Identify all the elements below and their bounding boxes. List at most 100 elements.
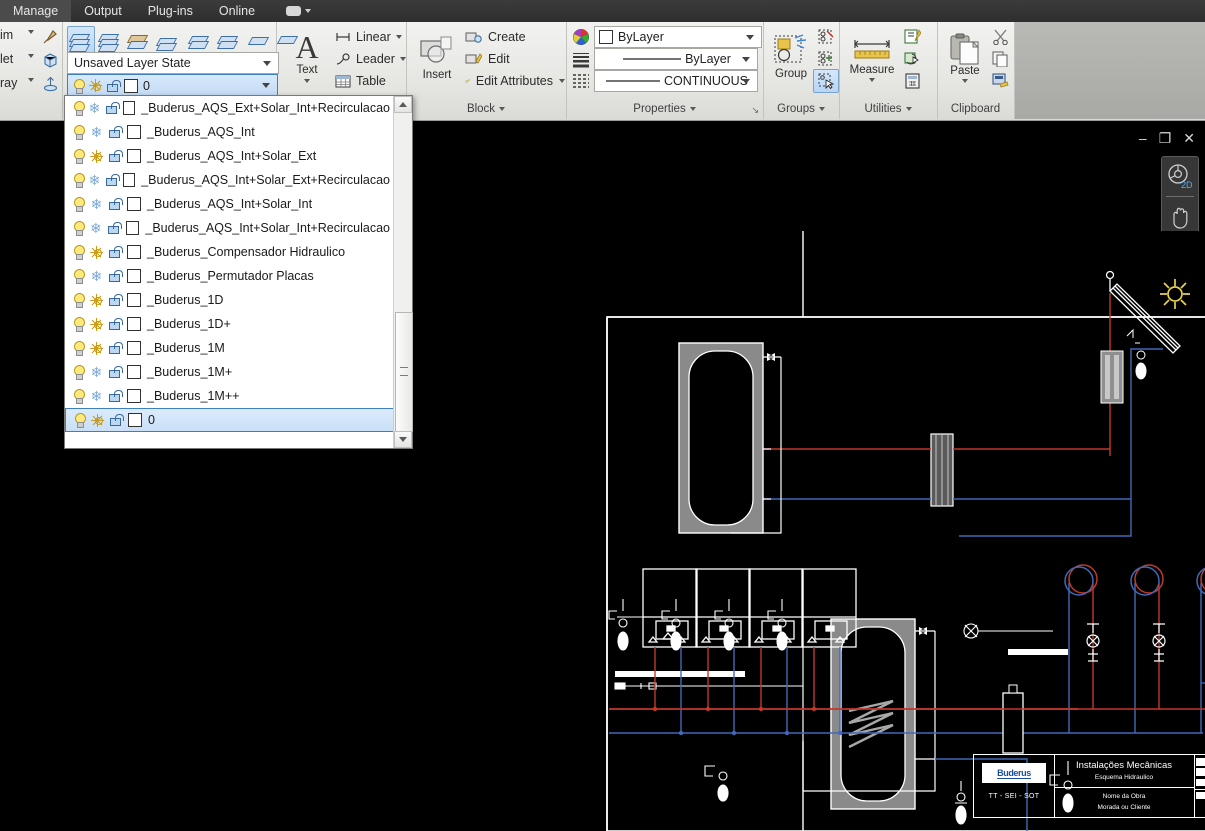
layer-dropdown-list[interactable]: ❄ _Buderus_AQS_Ext+Solar_Int+Recirculacao… — [64, 95, 413, 449]
layer-color-swatch[interactable] — [127, 389, 141, 403]
panel-title-utilities[interactable]: Utilities — [839, 99, 937, 118]
group-button[interactable]: Group — [767, 25, 815, 89]
unlock-icon[interactable] — [109, 390, 123, 402]
unlock-icon[interactable] — [109, 126, 123, 138]
scroll-up-button[interactable] — [394, 96, 412, 113]
layer-color-swatch[interactable] — [127, 245, 141, 259]
lightbulb-on-icon[interactable] — [74, 413, 86, 428]
color-wheel-icon[interactable] — [572, 28, 590, 46]
sun-thaw-icon[interactable] — [90, 245, 104, 259]
unlock-icon[interactable] — [109, 270, 123, 282]
lineweight-combo[interactable]: ByLayer — [594, 48, 758, 70]
unlock-icon[interactable] — [107, 79, 121, 92]
layer-isolate-button[interactable] — [125, 26, 153, 54]
snowflake-freeze-icon[interactable]: ❄ — [90, 269, 103, 283]
sun-thaw-icon[interactable] — [90, 293, 104, 307]
paste-special-button[interactable] — [987, 69, 1013, 93]
layer-list-item[interactable]: ❄ _Buderus_AQS_Int+Solar_Ext+Recirculacao — [65, 168, 394, 192]
chevron-down-icon[interactable] — [28, 30, 34, 34]
sun-thaw-icon[interactable] — [90, 317, 104, 331]
lightbulb-on-icon[interactable] — [73, 78, 85, 94]
chevron-down-icon[interactable] — [28, 54, 34, 58]
menu-item-plugins[interactable]: Plug-ins — [135, 0, 206, 22]
snowflake-freeze-icon[interactable]: ❄ — [90, 197, 103, 211]
layer-list-item[interactable]: _Buderus_Compensador Hidraulico — [65, 240, 394, 264]
pan-hand-icon[interactable] — [1167, 204, 1193, 230]
chevron-down-icon[interactable] — [262, 83, 270, 88]
linear-dimension-button[interactable]: Linear — [332, 26, 410, 48]
paint-brush-button[interactable] — [38, 24, 62, 48]
layer-list-item[interactable]: ❄ _Buderus_Permutador Placas — [65, 264, 394, 288]
lightbulb-on-icon[interactable] — [73, 149, 85, 164]
unlock-icon[interactable] — [109, 294, 123, 306]
unlock-icon[interactable] — [106, 102, 121, 114]
group-selection-button[interactable] — [813, 69, 839, 93]
layer-list-item[interactable]: ❄ _Buderus_AQS_Int+Solar_Int — [65, 192, 394, 216]
layer-list-item[interactable]: 0 — [65, 408, 394, 432]
layer-color-swatch[interactable] — [127, 341, 141, 355]
panel-title-block[interactable]: Block — [406, 99, 566, 118]
modify-trim-label[interactable]: im — [0, 28, 13, 42]
layer-color-swatch[interactable] — [127, 125, 141, 139]
layer-properties-button[interactable] — [67, 26, 95, 54]
layer-list-item[interactable]: _Buderus_1M — [65, 336, 394, 360]
menu-item-manage[interactable]: Manage — [0, 0, 72, 22]
snowflake-freeze-icon[interactable]: ❄ — [90, 221, 103, 235]
chevron-down-icon[interactable] — [869, 78, 875, 82]
inquiry-button[interactable] — [899, 47, 925, 71]
unlock-icon[interactable] — [109, 246, 123, 258]
text-button[interactable]: A Text — [284, 26, 330, 88]
layer-list-item[interactable]: ❄ _Buderus_AQS_Int+Solar_Int+Recirculacao — [65, 216, 394, 240]
unlock-icon[interactable] — [110, 414, 124, 426]
chevron-down-icon[interactable] — [962, 79, 968, 83]
chevron-down-icon[interactable] — [304, 78, 310, 83]
table-button[interactable]: Table — [332, 70, 410, 92]
lightbulb-on-icon[interactable] — [73, 317, 85, 332]
extrude-button[interactable] — [38, 72, 62, 96]
sun-thaw-icon[interactable] — [91, 413, 105, 427]
sun-thaw-icon[interactable] — [90, 149, 104, 163]
lineweight-icon[interactable] — [572, 50, 590, 68]
lightbulb-on-icon[interactable] — [73, 293, 85, 308]
create-block-button[interactable]: Create — [462, 26, 566, 48]
layer-color-swatch[interactable] — [127, 269, 141, 283]
layer-list-item[interactable]: ❄ _Buderus_1M++ — [65, 384, 394, 408]
snowflake-freeze-icon[interactable]: ❄ — [90, 389, 103, 403]
layer-list-item[interactable]: ❄ _Buderus_AQS_Int — [65, 120, 394, 144]
layer-list-item[interactable]: _Buderus_1D+ — [65, 312, 394, 336]
linetype-icon[interactable] — [572, 72, 590, 90]
leader-button[interactable]: Leader — [332, 48, 410, 70]
snowflake-freeze-icon[interactable]: ❄ — [90, 365, 103, 379]
unlock-icon[interactable] — [109, 342, 123, 354]
layer-match-button[interactable] — [246, 26, 274, 54]
calculator-button[interactable] — [899, 69, 925, 93]
lightbulb-on-icon[interactable] — [73, 125, 85, 140]
steering-wheel-2d-icon[interactable]: 2D — [1167, 163, 1193, 189]
unlock-icon[interactable] — [109, 318, 123, 330]
quick-access-dropdown[interactable] — [286, 6, 312, 16]
group-edit-button[interactable] — [813, 47, 839, 71]
snowflake-freeze-icon[interactable]: ❄ — [90, 125, 103, 139]
unlock-icon[interactable] — [109, 150, 123, 162]
copy-button[interactable] — [987, 47, 1013, 71]
chevron-down-icon[interactable] — [28, 78, 34, 82]
layer-color-swatch[interactable] — [127, 365, 141, 379]
layer-off-button[interactable] — [96, 26, 124, 54]
lightbulb-on-icon[interactable] — [73, 365, 85, 380]
layer-color-swatch[interactable] — [124, 78, 138, 93]
layer-freeze-button[interactable] — [154, 26, 182, 54]
lightbulb-on-icon[interactable] — [73, 101, 85, 116]
lightbulb-on-icon[interactable] — [73, 245, 85, 260]
unlock-icon[interactable] — [109, 366, 123, 378]
measure-button[interactable]: Measure — [843, 25, 901, 91]
lightbulb-on-icon[interactable] — [73, 221, 85, 236]
linetype-combo[interactable]: CONTINUOUS — [594, 70, 758, 92]
layer-color-swatch[interactable] — [127, 197, 141, 211]
3d-box-button[interactable] — [38, 48, 62, 72]
snowflake-freeze-icon[interactable]: ❄ — [89, 173, 101, 187]
layer-make-current-button[interactable] — [215, 26, 243, 54]
layer-color-swatch[interactable] — [127, 317, 141, 331]
sun-thaw-icon[interactable] — [89, 79, 103, 92]
lightbulb-on-icon[interactable] — [73, 269, 85, 284]
layer-list-scrollbar[interactable] — [393, 96, 413, 448]
